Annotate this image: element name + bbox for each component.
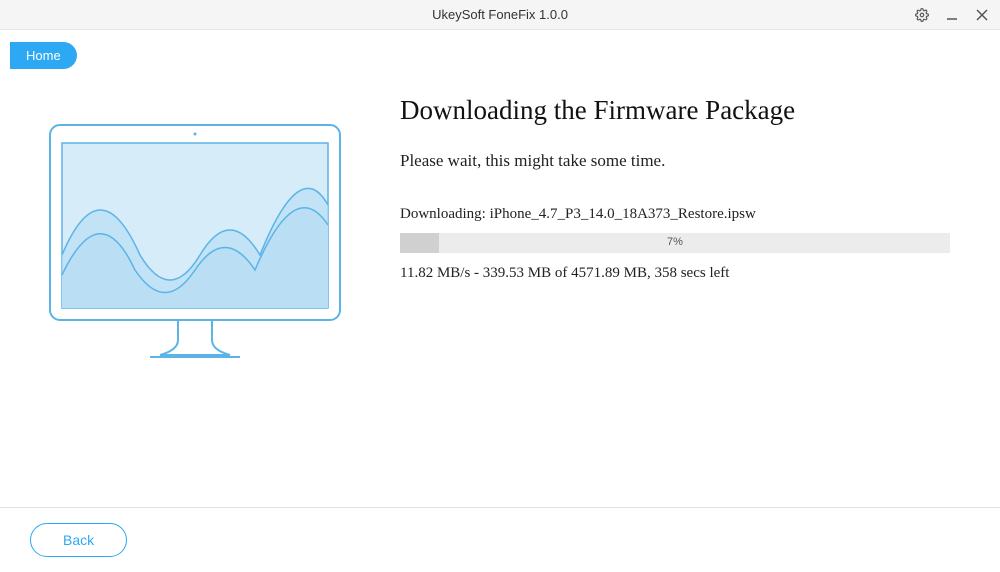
monitor-icon: [40, 115, 360, 375]
app-title: UkeySoft FoneFix 1.0.0: [432, 7, 568, 22]
content-area: Downloading the Firmware Package Please …: [0, 95, 1000, 375]
download-stats: 11.82 MB/s - 339.53 MB of 4571.89 MB, 35…: [400, 265, 950, 282]
download-label: Downloading: iPhone_4.7_P3_14.0_18A373_R…: [400, 206, 950, 223]
page-title: Downloading the Firmware Package: [400, 95, 950, 126]
titlebar: UkeySoft FoneFix 1.0.0: [0, 0, 1000, 30]
titlebar-controls: [912, 0, 992, 29]
monitor-illustration: [30, 95, 370, 375]
progress-text: 7%: [400, 236, 950, 248]
gear-icon: [915, 8, 929, 22]
back-button[interactable]: Back: [30, 523, 127, 557]
minimize-icon: [946, 9, 958, 21]
progress-bar: 7%: [400, 233, 950, 253]
close-icon: [976, 9, 988, 21]
main-area: Downloading the Firmware Package Please …: [370, 95, 970, 375]
settings-button[interactable]: [912, 5, 932, 25]
footer: Back: [0, 507, 1000, 572]
page-subtitle: Please wait, this might take some time.: [400, 151, 950, 171]
home-button[interactable]: Home: [10, 42, 77, 69]
minimize-button[interactable]: [942, 5, 962, 25]
close-button[interactable]: [972, 5, 992, 25]
